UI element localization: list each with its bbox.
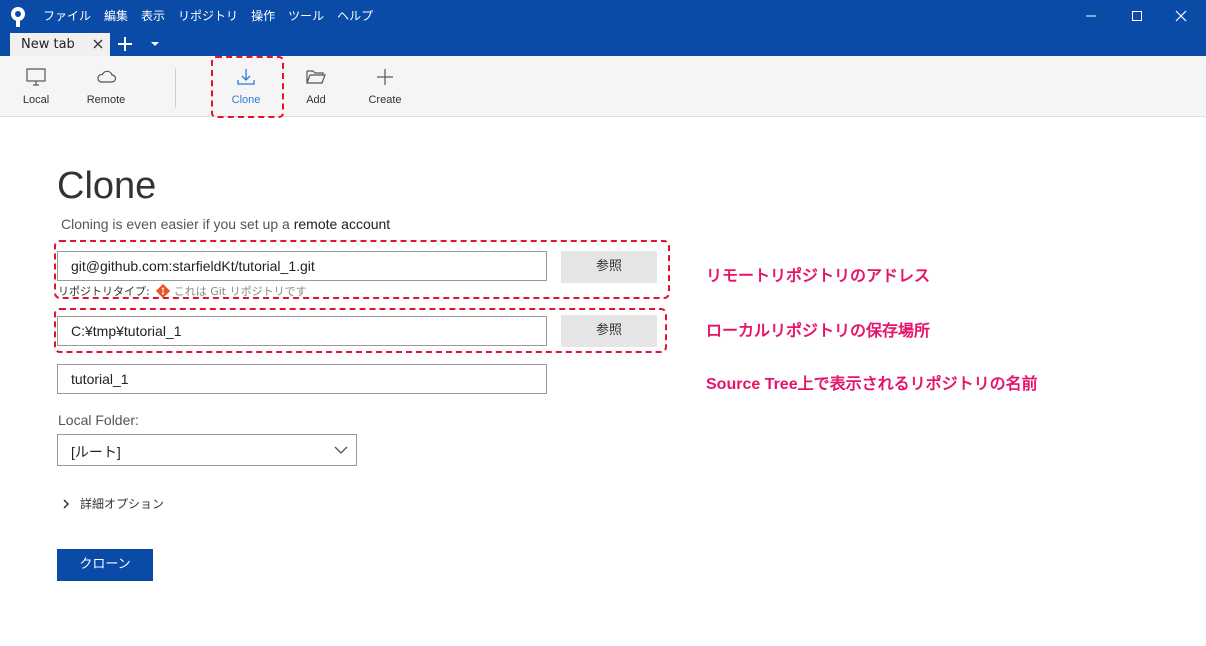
clone-submit-button[interactable]: クローン	[57, 549, 153, 581]
remote-account-link[interactable]: remote account	[294, 216, 391, 232]
repo-type-row: リポジトリタイプ: これは Git リポジトリです	[58, 283, 307, 299]
maximize-icon	[1132, 11, 1142, 21]
git-icon	[155, 284, 170, 298]
menu-repository[interactable]: リポジトリ	[178, 8, 238, 24]
menu-view[interactable]: 表示	[141, 8, 165, 24]
local-label: Local	[22, 94, 50, 106]
remote-label: Remote	[86, 94, 126, 106]
menu-help[interactable]: ヘルプ	[337, 8, 373, 24]
clone-highlight-box	[211, 56, 284, 118]
chevron-down-icon	[334, 446, 348, 454]
add-tab-icon[interactable]	[116, 35, 134, 53]
subtitle-text: Cloning is even easier if you set up a	[61, 216, 294, 232]
add-button[interactable]: Add	[281, 56, 351, 116]
add-label: Add	[306, 94, 326, 106]
local-folder-value: [ルート]	[71, 444, 121, 460]
page-subtitle: Cloning is even easier if you set up a r…	[61, 216, 390, 232]
annotation-remote-address: リモートリポジトリのアドレス	[706, 268, 931, 285]
page-title: Clone	[57, 165, 157, 207]
menu-bar: ファイル 編集 表示 リポジトリ 操作 ツール ヘルプ	[43, 8, 386, 24]
annotation-local-location: ローカルリポジトリの保存場所	[706, 323, 931, 340]
destination-path-input[interactable]: C:¥tmp¥tutorial_1	[57, 316, 547, 346]
menu-tools[interactable]: ツール	[288, 8, 324, 24]
menu-actions[interactable]: 操作	[251, 8, 275, 24]
minimize-icon	[1086, 15, 1096, 17]
remote-button[interactable]: Remote	[71, 56, 141, 116]
chevron-right-icon	[63, 498, 70, 509]
menu-edit[interactable]: 編集	[104, 8, 128, 24]
tab-new-tab[interactable]: New tab	[10, 33, 110, 56]
monitor-icon	[26, 68, 46, 86]
source-url-input[interactable]: git@github.com:starfieldKt/tutorial_1.gi…	[57, 251, 547, 281]
tab-dropdown-icon[interactable]	[148, 38, 162, 50]
browse-destination-button[interactable]: 参照	[561, 315, 657, 347]
close-icon	[1175, 10, 1187, 22]
repo-name-input[interactable]: tutorial_1	[57, 364, 547, 394]
local-folder-label: Local Folder:	[58, 412, 139, 428]
maximize-button[interactable]	[1114, 4, 1160, 28]
create-button[interactable]: Create	[350, 56, 420, 116]
tab-label: New tab	[21, 37, 75, 52]
annotation-display-name: Source Tree上で表示されるリポジトリの名前	[706, 376, 1038, 393]
repo-type-value: これは Git リポジトリです	[173, 285, 307, 298]
minimize-button[interactable]	[1068, 4, 1114, 28]
cloud-icon	[97, 70, 117, 83]
close-window-button[interactable]	[1158, 4, 1204, 28]
advanced-options-label: 詳細オプション	[80, 497, 165, 511]
title-bar: ファイル 編集 表示 リポジトリ 操作 ツール ヘルプ New tab	[0, 0, 1206, 56]
menu-file[interactable]: ファイル	[43, 8, 91, 24]
toolbar: Local Remote Clone Add Create	[0, 56, 1206, 117]
sourcetree-logo-icon	[11, 7, 25, 27]
folder-open-icon	[306, 70, 326, 84]
advanced-options-toggle[interactable]: 詳細オプション	[62, 495, 164, 512]
tab-close-icon[interactable]	[92, 38, 104, 50]
create-label: Create	[368, 94, 402, 106]
local-button[interactable]: Local	[1, 56, 71, 116]
browse-source-button[interactable]: 参照	[561, 251, 657, 283]
plus-icon	[377, 69, 393, 85]
local-folder-select[interactable]: [ルート]	[57, 434, 357, 466]
toolbar-divider	[175, 68, 176, 108]
repo-type-label: リポジトリタイプ:	[58, 285, 150, 298]
